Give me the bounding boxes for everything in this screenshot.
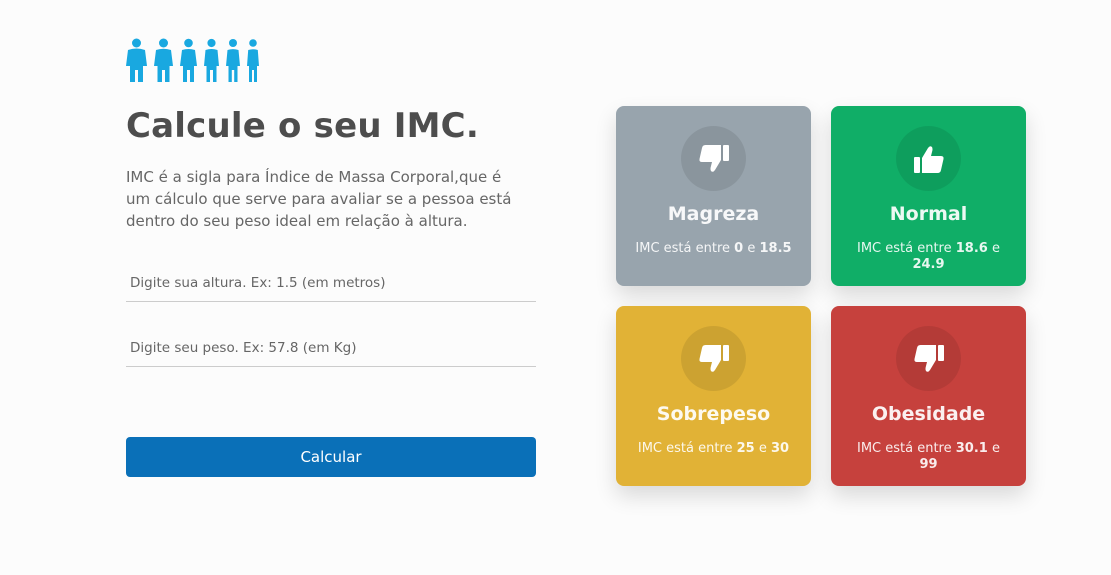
thumbs-down-icon — [681, 126, 746, 191]
person-icon — [180, 38, 197, 82]
card-sobrepeso: Sobrepeso IMC está entre 25 e 30 — [616, 306, 811, 486]
card-magreza: Magreza IMC está entre 0 e 18.5 — [616, 106, 811, 286]
card-range: IMC está entre 25 e 30 — [637, 441, 790, 456]
card-title: Magreza — [667, 203, 760, 225]
thumbs-down-icon — [681, 326, 746, 391]
card-title: Sobrepeso — [656, 403, 771, 425]
card-range: IMC está entre 30.1 e 99 — [857, 441, 1000, 472]
page-title: Calcule o seu IMC. — [126, 106, 479, 146]
person-icon — [226, 39, 240, 82]
person-icon — [247, 39, 259, 82]
people-silhouettes-icon — [126, 36, 536, 82]
person-icon — [154, 38, 173, 82]
card-normal: Normal IMC está entre 18.6 e 24.9 — [831, 106, 1026, 286]
card-title: Obesidade — [871, 403, 986, 425]
person-icon — [126, 38, 147, 82]
calculate-button[interactable]: Calcular — [126, 437, 536, 477]
card-title: Normal — [889, 203, 968, 225]
height-input[interactable] — [126, 264, 536, 302]
weight-input[interactable] — [126, 329, 536, 367]
imc-category-cards: Magreza IMC está entre 0 e 18.5 Normal I… — [616, 106, 1026, 486]
card-range: IMC está entre 0 e 18.5 — [635, 241, 792, 256]
imc-description: IMC é a sigla para Índice de Massa Corpo… — [126, 168, 512, 230]
thumbs-down-icon — [896, 326, 961, 391]
person-icon — [204, 38, 219, 82]
card-obesidade: Obesidade IMC está entre 30.1 e 99 — [831, 306, 1026, 486]
card-range: IMC está entre 18.6 e 24.9 — [857, 241, 1000, 272]
imc-form-section: Calcule o seu IMC. IMC é a sigla para Ín… — [126, 36, 536, 477]
thumbs-up-icon — [896, 126, 961, 191]
